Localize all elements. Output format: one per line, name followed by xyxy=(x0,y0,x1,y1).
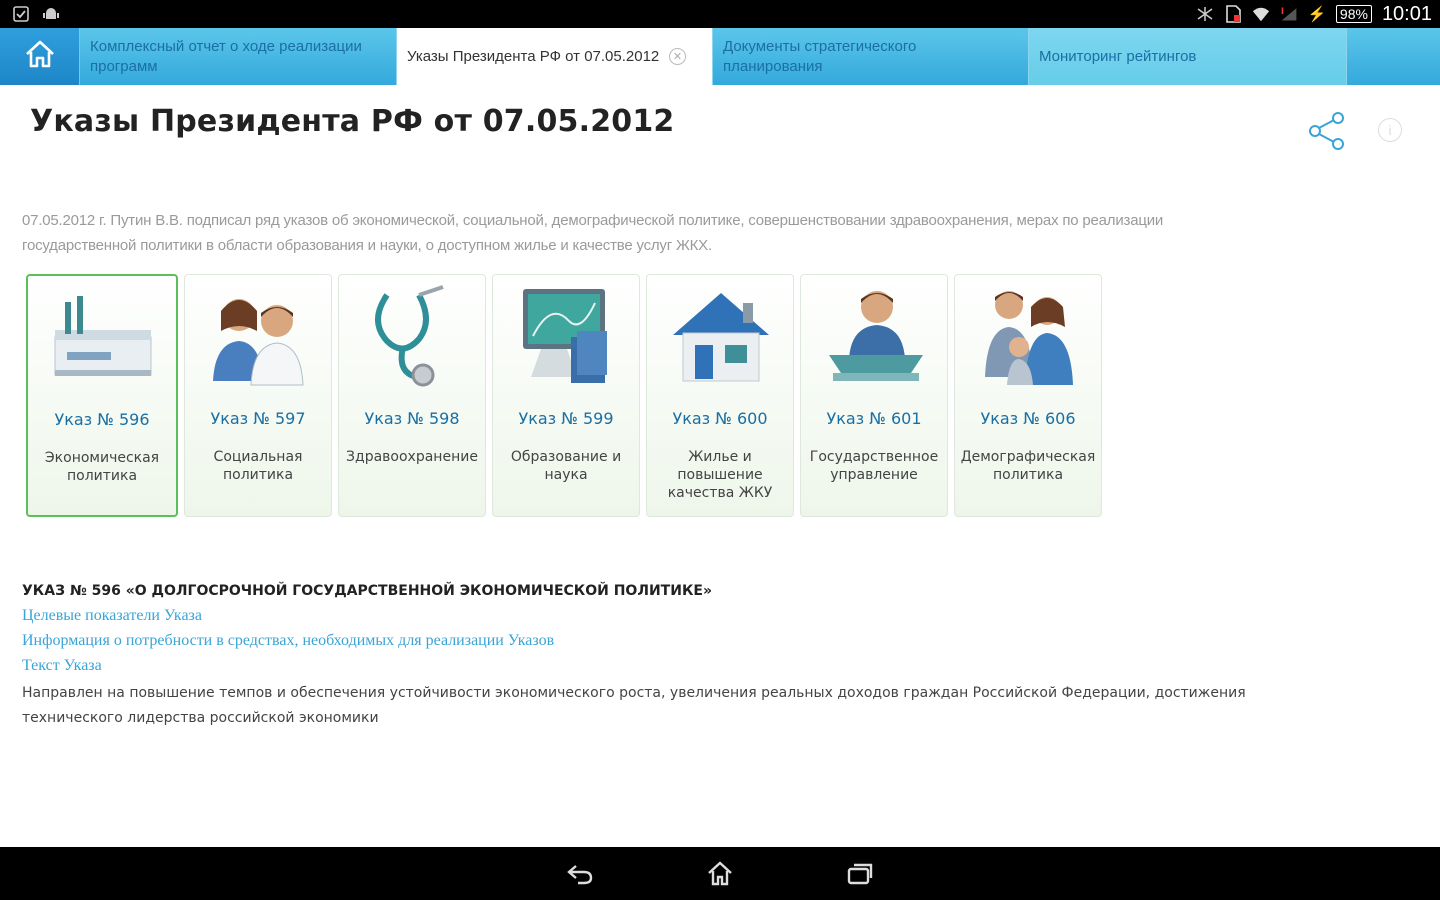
decree-category: Здравоохранение xyxy=(346,449,478,465)
decree-number: Указ № 606 xyxy=(980,409,1076,428)
decree-text-link[interactable]: Текст Указа xyxy=(22,656,1342,681)
decree-number: Указ № 601 xyxy=(826,409,922,428)
speaker-podium-icon xyxy=(829,291,923,381)
decree-category: Государственное управление xyxy=(809,449,939,483)
back-button[interactable] xyxy=(565,859,595,889)
decree-category: Образование и наука xyxy=(510,449,622,483)
tab-label: Мониторинг рейтингов xyxy=(1039,47,1197,65)
info-button[interactable]: i xyxy=(1378,118,1402,142)
tab-bar: Комплексный отчет о ходе реализации прог… xyxy=(0,28,1440,85)
doctors-icon xyxy=(213,299,304,386)
decree-heading: УКАЗ № 596 «О ДОЛГОСРОЧНОЙ ГОСУДАРСТВЕНН… xyxy=(22,583,712,599)
decree-number: Указ № 599 xyxy=(518,409,614,428)
decree-cards: Указ № 596 Экономическая политика Указ №… xyxy=(26,274,1102,517)
page-title: Указы Президента РФ от 07.05.2012 xyxy=(30,104,675,139)
battery-icon: ⚡ xyxy=(1307,6,1327,23)
battery-percent: 98% xyxy=(1335,5,1372,23)
decree-card-601[interactable]: Указ № 601 Государственное управление xyxy=(800,274,948,517)
family-icon xyxy=(985,291,1073,385)
intro-text: 07.05.2012 г. Путин В.В. подписал ряд ук… xyxy=(22,212,1164,254)
clock: 10:01 xyxy=(1381,2,1432,25)
decree-detail: УКАЗ № 596 «О ДОЛГОСРОЧНОЙ ГОСУДАРСТВЕНН… xyxy=(22,581,1342,731)
stethoscope-icon xyxy=(375,285,444,387)
share-button[interactable] xyxy=(1306,110,1348,152)
status-bar: ⚡ 98% 10:01 xyxy=(0,0,1440,28)
decree-category: Демографическая политика xyxy=(960,449,1096,483)
decree-number: Указ № 596 xyxy=(54,410,150,429)
decree-number: Указ № 597 xyxy=(210,409,306,428)
decree-card-599[interactable]: Указ № 599 Образование и наука xyxy=(492,274,640,517)
decree-description: Направлен на повышение темпов и обеспече… xyxy=(22,685,1246,726)
nfc-icon xyxy=(1196,5,1214,23)
decree-category: Социальная политика xyxy=(213,449,303,483)
decree-number: Указ № 600 xyxy=(672,409,768,428)
navigation-bar xyxy=(0,847,1440,900)
decree-card-596[interactable]: Указ № 596 Экономическая политика xyxy=(26,274,178,517)
decree-category: Экономическая политика xyxy=(44,450,160,484)
tab-ratings-monitoring[interactable]: Мониторинг рейтингов xyxy=(1029,28,1347,85)
decree-card-597[interactable]: Указ № 597 Социальная политика xyxy=(184,274,332,517)
home-nav-icon xyxy=(708,860,732,885)
computer-books-icon xyxy=(523,289,607,383)
tab-label: Комплексный отчет о ходе реализации прог… xyxy=(90,37,362,75)
tab-label: Документы стратегического планирования xyxy=(723,37,917,75)
close-icon[interactable]: ✕ xyxy=(669,48,686,65)
home-icon xyxy=(23,37,57,76)
funding-needs-link[interactable]: Информация о потребности в средствах, не… xyxy=(22,631,1342,656)
decree-number: Указ № 598 xyxy=(364,409,460,428)
decree-card-600[interactable]: Указ № 600 Жилье и повышение качества ЖК… xyxy=(646,274,794,517)
recent-apps-icon xyxy=(847,863,873,884)
tab-strategic-documents[interactable]: Документы стратегического планирования xyxy=(713,28,1029,85)
factory-icon xyxy=(54,296,152,376)
tab-president-decrees[interactable]: Указы Президента РФ от 07.05.2012 ✕ xyxy=(397,28,713,85)
wifi-icon xyxy=(1252,5,1270,23)
recent-apps-button[interactable] xyxy=(845,859,875,889)
signal-icon xyxy=(1280,5,1298,23)
android-icon xyxy=(42,5,60,23)
info-icon: i xyxy=(1388,122,1392,138)
home-tab[interactable] xyxy=(0,28,80,85)
tab-complex-report[interactable]: Комплексный отчет о ходе реализации прог… xyxy=(80,28,397,85)
tab-label: Указы Президента РФ от 07.05.2012 xyxy=(407,47,660,65)
target-indicators-link[interactable]: Целевые показатели Указа xyxy=(22,606,1342,631)
home-nav-button[interactable] xyxy=(705,859,735,889)
checkbox-icon xyxy=(12,5,30,23)
decree-category: Жилье и повышение качества ЖКУ xyxy=(667,449,773,501)
back-icon xyxy=(567,864,593,884)
decree-card-598[interactable]: Указ № 598 Здравоохранение xyxy=(338,274,486,517)
house-icon xyxy=(673,293,769,382)
decree-card-606[interactable]: Указ № 606 Демографическая политика xyxy=(954,274,1102,517)
share-icon xyxy=(1309,112,1344,150)
sim-card-icon xyxy=(1224,5,1242,23)
